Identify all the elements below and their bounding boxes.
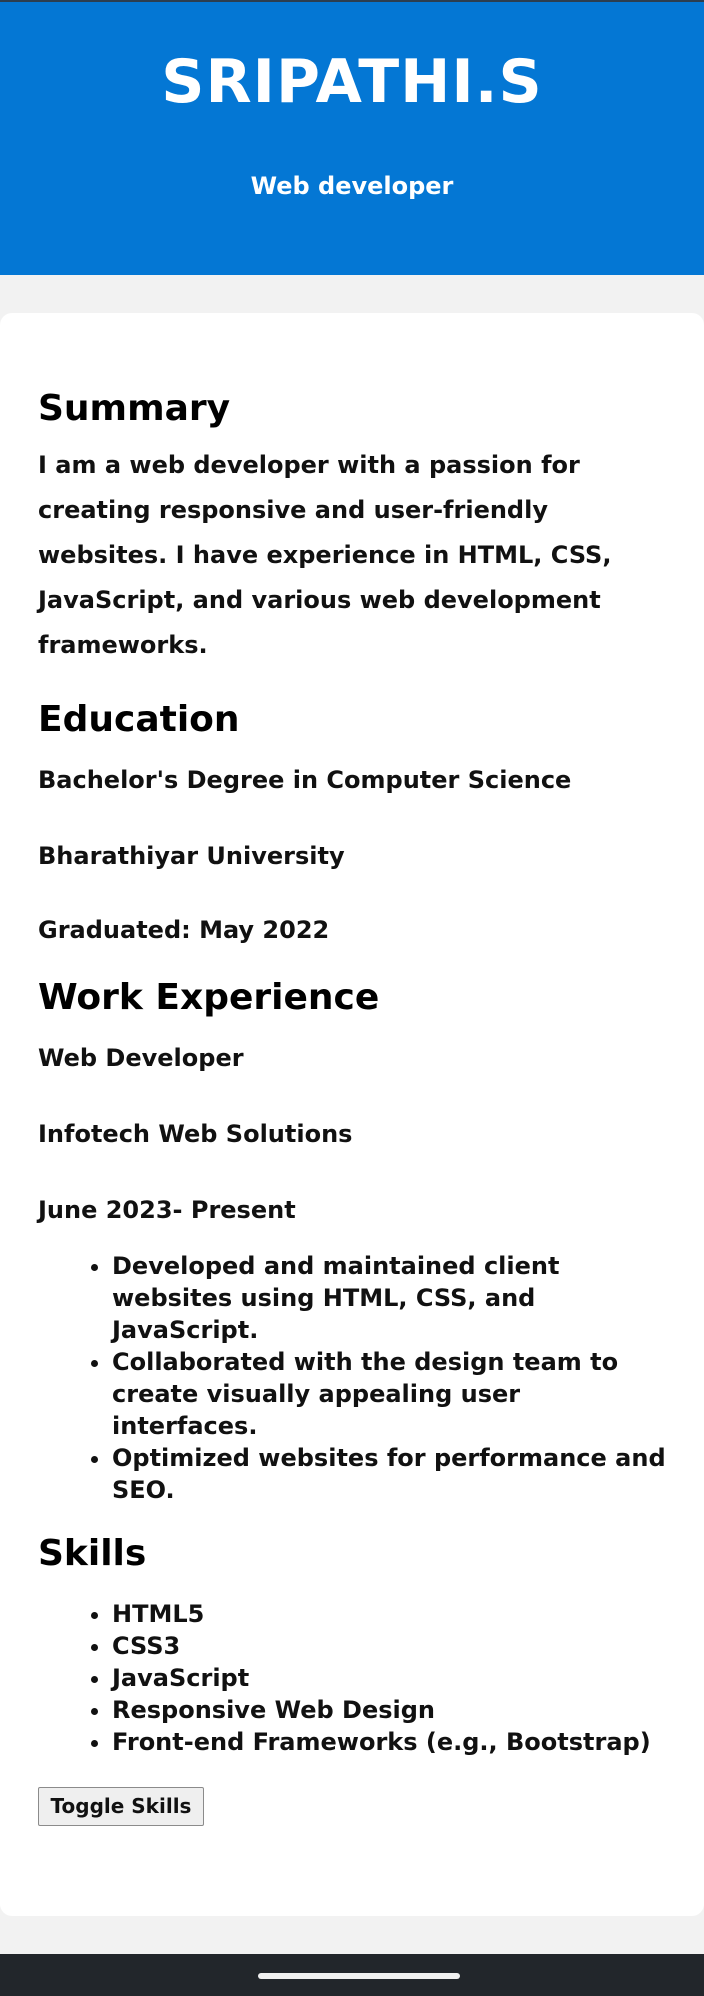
summary-heading: Summary <box>38 388 231 429</box>
skill-item: JavaScript <box>112 1662 666 1694</box>
skills-heading: Skills <box>38 1533 147 1574</box>
responsibilities-list: Developed and maintained client websites… <box>38 1250 666 1506</box>
education-degree: Bachelor's Degree in Computer Science <box>38 766 572 794</box>
toggle-skills-button[interactable]: Toggle Skills <box>38 1787 204 1826</box>
skill-item: CSS3 <box>112 1630 666 1662</box>
education-section: Education Bachelor's Degree in Computer … <box>38 696 666 946</box>
skill-item: Responsive Web Design <box>112 1694 666 1726</box>
employment-dates: June 2023- Present <box>38 1196 296 1224</box>
education-university: Bharathiyar University <box>38 842 345 870</box>
skill-item: Front-end Frameworks (e.g., Bootstrap) <box>112 1726 666 1758</box>
responsibility-item: Developed and maintained client websites… <box>112 1250 666 1346</box>
home-indicator[interactable] <box>258 1973 460 1979</box>
job-title: Web Developer <box>38 1044 244 1072</box>
company-name: Infotech Web Solutions <box>38 1120 353 1148</box>
skills-list: HTML5 CSS3 JavaScript Responsive Web Des… <box>38 1598 666 1758</box>
profile-header: SRIPATHI.S Web developer <box>0 0 704 275</box>
resume-card: Summary I am a web developer with a pass… <box>0 313 704 1916</box>
profile-role: Web developer <box>250 172 454 200</box>
summary-text: I am a web developer with a passion for … <box>38 451 612 659</box>
skill-item: HTML5 <box>112 1598 666 1630</box>
skills-section: Skills HTML5 CSS3 JavaScript Responsive … <box>38 1530 666 1826</box>
work-experience-section: Work Experience Web Developer Infotech W… <box>38 974 666 1506</box>
education-heading: Education <box>38 699 240 740</box>
responsibility-item: Collaborated with the design team to cre… <box>112 1346 666 1442</box>
system-navigation-bar <box>0 1954 704 1996</box>
work-experience-heading: Work Experience <box>38 977 380 1018</box>
education-graduation-date: Graduated: May 2022 <box>38 916 330 944</box>
profile-name: SRIPATHI.S <box>161 47 543 117</box>
responsibility-item: Optimized websites for performance and S… <box>112 1442 666 1506</box>
summary-section: Summary I am a web developer with a pass… <box>38 385 666 668</box>
